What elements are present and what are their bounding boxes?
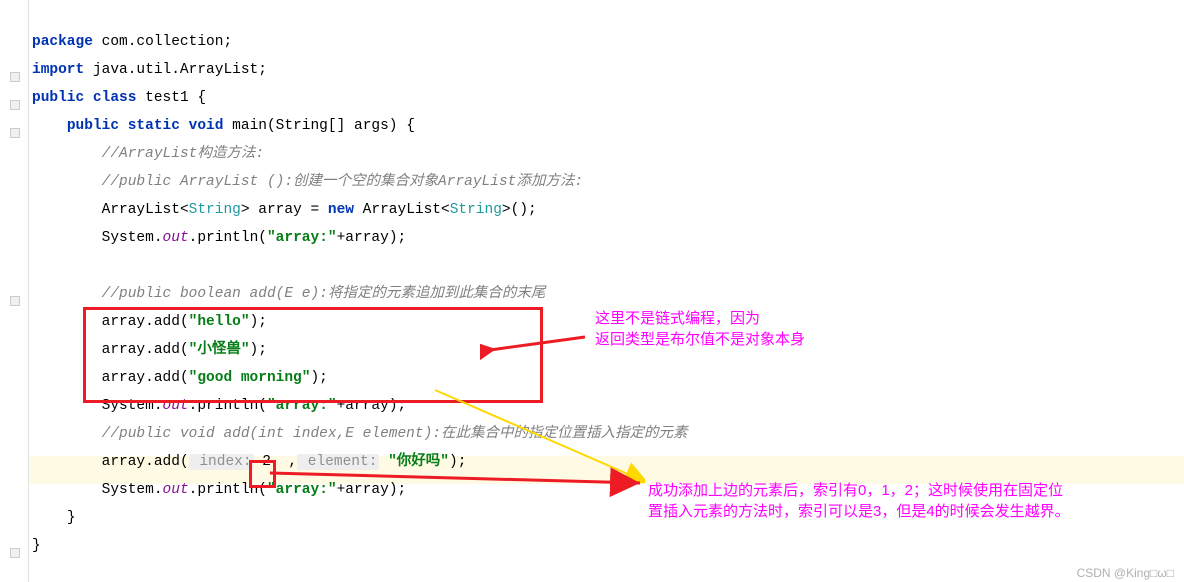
fold-marker-icon[interactable] xyxy=(10,296,20,306)
code-area[interactable]: package com.collection; import java.util… xyxy=(32,0,687,560)
param-hint: element: xyxy=(297,454,379,470)
fold-marker-icon[interactable] xyxy=(10,100,20,110)
annotation-1: 这里不是链式编程，因为 返回类型是布尔值不是对象本身 xyxy=(595,308,805,350)
code-line: ArrayList<String> array = new ArrayList<… xyxy=(32,202,537,218)
code-line: array.add("good morning"); xyxy=(32,370,328,386)
code-line: System.out.println("array:"+array); xyxy=(32,482,406,498)
code-line: System.out.println("array:"+array); xyxy=(32,230,406,246)
code-line: //public boolean add(E e):将指定的元素追加到此集合的末… xyxy=(32,286,545,302)
editor-gutter xyxy=(0,0,29,582)
code-line: //ArrayList构造方法: xyxy=(32,146,264,162)
code-line: array.add( index: 2 , element: "你好吗"); xyxy=(32,454,466,470)
code-line: //public void add(int index,E element):在… xyxy=(32,426,687,442)
code-line: public static void main(String[] args) { xyxy=(32,118,415,134)
code-line: } xyxy=(32,538,41,554)
code-line: //public ArrayList ():创建一个空的集合对象ArrayLis… xyxy=(32,174,583,190)
annotation-2: 成功添加上边的元素后，索引有0，1，2；这时候使用在固定位 置插入元素的方法时，… xyxy=(648,480,1070,522)
fold-marker-icon[interactable] xyxy=(10,128,20,138)
blank-line xyxy=(32,258,41,274)
code-line: array.add("小怪兽"); xyxy=(32,342,267,358)
code-line: } xyxy=(32,510,76,526)
code-line: public class test1 { xyxy=(32,90,206,106)
code-line: array.add("hello"); xyxy=(32,314,267,330)
fold-marker-icon[interactable] xyxy=(10,548,20,558)
code-line: System.out.println("array:"+array); xyxy=(32,398,406,414)
watermark: CSDN @King□ω□ xyxy=(1077,566,1174,580)
code-line: import java.util.ArrayList; xyxy=(32,62,267,78)
code-line: package com.collection; xyxy=(32,34,232,50)
param-hint: index: xyxy=(189,454,254,470)
fold-marker-icon[interactable] xyxy=(10,72,20,82)
